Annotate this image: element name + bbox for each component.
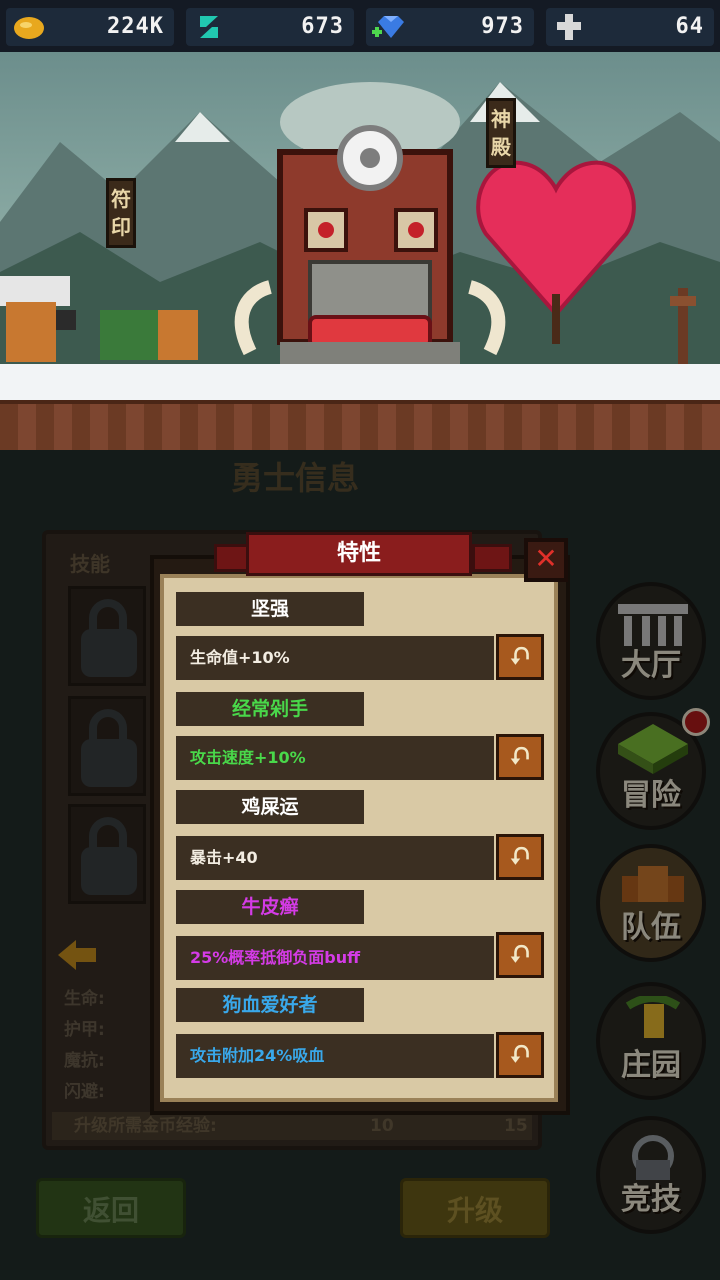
- close-button[interactable]: ✕: [524, 538, 568, 582]
- game-scene: 符印 神殿: [0, 52, 720, 450]
- trait-name: 牛皮癣: [176, 890, 364, 924]
- trait-description: 生命值+10%: [176, 636, 494, 680]
- diamond-value: 973: [481, 14, 524, 39]
- diamond-icon: [372, 16, 404, 38]
- ribbon-tail-right: [472, 544, 512, 572]
- swap-icon: ⮏: [510, 642, 530, 670]
- dialog-title: 特性: [246, 532, 472, 576]
- snow-ground: [0, 364, 720, 404]
- soul-gem-counter[interactable]: 673: [186, 8, 354, 46]
- trait-name: 狗血爱好者: [176, 988, 364, 1022]
- sign-temple[interactable]: 神殿: [486, 98, 516, 168]
- gold-value: 224K: [107, 14, 164, 39]
- swap-icon: ⮏: [510, 1040, 530, 1068]
- resource-bar: 224K 673 973 64: [0, 0, 720, 52]
- dirt-ground: [0, 400, 720, 450]
- wooden-post: [670, 288, 696, 368]
- swap-trait-button[interactable]: ⮏: [496, 634, 544, 680]
- swap-icon: ⮏: [510, 842, 530, 870]
- swap-icon: ⮏: [510, 742, 530, 770]
- trait-description: 25%概率抵御负面buff: [176, 936, 494, 980]
- cross-token-icon: [557, 14, 581, 40]
- trait-description: 攻击附加24%吸血: [176, 1034, 494, 1078]
- soul-gem-icon: [200, 16, 218, 38]
- trait-description: 暴击+40: [176, 836, 494, 880]
- gold-icon: [14, 17, 44, 39]
- trait-name: 经常剁手: [176, 692, 364, 726]
- soul-gem-value: 673: [301, 14, 344, 39]
- trait-description: 攻击速度+10%: [176, 736, 494, 780]
- swap-icon: ⮏: [510, 940, 530, 968]
- gold-counter[interactable]: 224K: [6, 8, 174, 46]
- swap-trait-button[interactable]: ⮏: [496, 734, 544, 780]
- trait-name: 坚强: [176, 592, 364, 626]
- swap-trait-button[interactable]: ⮏: [496, 834, 544, 880]
- heart-tree: [476, 160, 636, 344]
- diamond-counter[interactable]: 973: [366, 8, 534, 46]
- hero-party: [0, 276, 198, 362]
- swap-trait-button[interactable]: ⮏: [496, 932, 544, 978]
- sign-seal[interactable]: 符印: [106, 178, 136, 248]
- close-icon: ✕: [534, 542, 558, 575]
- cross-token-value: 64: [675, 14, 704, 39]
- cross-token-counter[interactable]: 64: [546, 8, 714, 46]
- trait-name: 鸡屎运: [176, 790, 364, 824]
- swap-trait-button[interactable]: ⮏: [496, 1032, 544, 1078]
